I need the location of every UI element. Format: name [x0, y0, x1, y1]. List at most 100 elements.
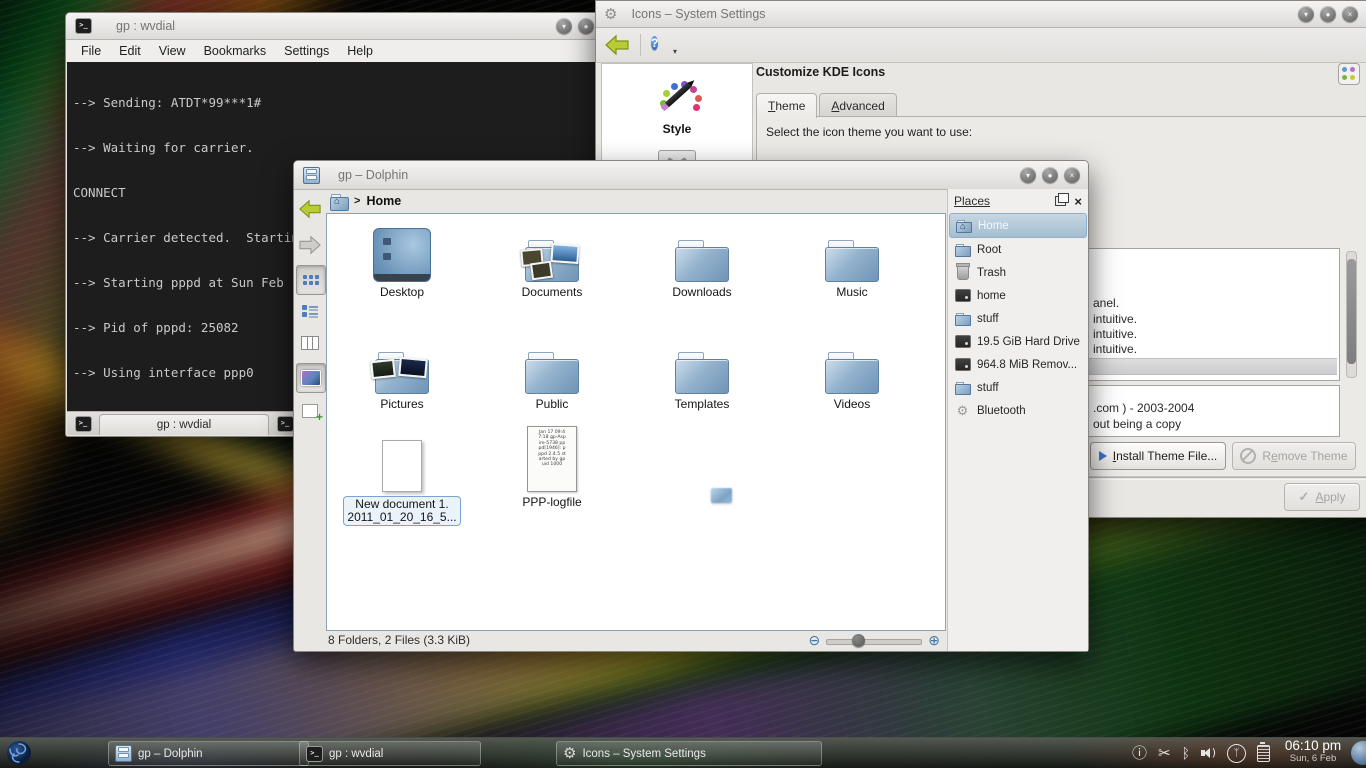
- zoom-slider[interactable]: [826, 634, 922, 647]
- breadcrumb-separator: >: [354, 195, 360, 207]
- menu-bookmarks[interactable]: Bookmarks: [195, 44, 276, 58]
- task-dolphin[interactable]: gp – Dolphin: [108, 741, 309, 766]
- file-label: Music: [782, 286, 922, 299]
- task-system-settings[interactable]: ⚙ Icons – System Settings: [556, 741, 822, 766]
- minimize-button[interactable]: ▾: [1020, 167, 1036, 183]
- menu-help[interactable]: Help: [338, 44, 382, 58]
- file-item-new-document[interactable]: New document 1.2011_01_20_16_5...: [332, 432, 472, 526]
- page-title: Customize KDE Icons: [756, 65, 885, 79]
- places-item-trash[interactable]: Trash: [949, 261, 1087, 284]
- remove-theme-button[interactable]: Remove Theme: [1232, 442, 1356, 470]
- file-label: Public: [482, 398, 622, 411]
- task-label: gp – Dolphin: [138, 748, 203, 760]
- float-panel-icon[interactable]: [1055, 196, 1066, 206]
- file-item-music[interactable]: Music: [782, 224, 922, 299]
- menu-edit[interactable]: Edit: [110, 44, 150, 58]
- minimize-button[interactable]: ▾: [556, 18, 572, 34]
- file-item-templates[interactable]: Templates: [632, 336, 772, 411]
- theme-list-scrollbar[interactable]: [1346, 251, 1357, 378]
- home-folder-icon[interactable]: ⌂: [330, 194, 348, 209]
- dolphin-window-title: gp – Dolphin: [338, 168, 408, 182]
- dolphin-titlebar[interactable]: gp – Dolphin ▾ ● ×: [294, 161, 1088, 190]
- system-settings-titlebar[interactable]: ⚙ Icons – System Settings ▾ ● ×: [596, 1, 1366, 28]
- volume-icon[interactable]: ): [1201, 747, 1216, 759]
- folder-view[interactable]: Desktop Documents Downloads: [326, 213, 946, 631]
- icons-view-button[interactable]: [296, 265, 326, 295]
- file-item-videos[interactable]: Videos: [782, 336, 922, 411]
- apply-button[interactable]: ✓ Apply: [1284, 483, 1360, 511]
- places-label: 964.8 MiB Remov...: [977, 359, 1077, 371]
- selected-file-label: New document 1.2011_01_20_16_5...: [343, 496, 460, 526]
- terminal-line: --> Waiting for carrier.: [73, 140, 595, 155]
- places-label: stuff: [977, 382, 999, 394]
- sidebar-item-style[interactable]: Style: [602, 64, 752, 136]
- zoom-out-icon[interactable]: ⊖: [809, 633, 821, 647]
- new-tab-button[interactable]: >_: [71, 415, 95, 433]
- menu-file[interactable]: File: [72, 44, 110, 58]
- terminal-icon: >_: [75, 416, 92, 432]
- trash-icon: [957, 265, 969, 280]
- help-button[interactable]: ? ▾: [651, 34, 673, 56]
- folder-icon: [825, 352, 879, 394]
- zoom-slider-knob[interactable]: [852, 634, 865, 647]
- klipper-scissors-icon[interactable]: ✂: [1158, 746, 1171, 761]
- usb-device-icon[interactable]: ᛉ: [1227, 744, 1246, 763]
- tab-theme[interactable]: Theme: [756, 93, 817, 118]
- maximize-button[interactable]: ●: [1042, 167, 1058, 183]
- dolphin-app-icon: [115, 745, 132, 762]
- konsole-titlebar[interactable]: >_ gp : wvdial ▾ ●: [66, 13, 602, 40]
- no-entry-icon: [1240, 448, 1256, 464]
- menu-view[interactable]: View: [150, 44, 195, 58]
- places-item-bluetooth[interactable]: ⚙ Bluetooth: [949, 399, 1087, 422]
- minimize-button[interactable]: ▾: [1298, 6, 1314, 22]
- close-button[interactable]: ×: [1064, 167, 1080, 183]
- chevron-down-icon: ▾: [673, 47, 677, 56]
- places-item-home-partition[interactable]: home: [949, 284, 1087, 307]
- file-item-desktop[interactable]: Desktop: [332, 224, 472, 299]
- breadcrumb-home[interactable]: Home: [366, 194, 401, 208]
- columns-view-button[interactable]: [296, 329, 324, 357]
- back-arrow-icon: [298, 198, 322, 220]
- places-item-home[interactable]: ⌂ Home: [949, 213, 1087, 238]
- app-launcher-button[interactable]: [3, 739, 35, 767]
- close-button[interactable]: ×: [1342, 6, 1358, 22]
- places-item-root[interactable]: Root: [949, 238, 1087, 261]
- maximize-button[interactable]: ●: [1320, 6, 1336, 22]
- file-item-ppp-logfile[interactable]: Jan 17 09:4 7:18 gp-Asp ire-5738 pp pd[1…: [482, 432, 622, 509]
- details-view-button[interactable]: [296, 297, 324, 325]
- places-item-stuff-2[interactable]: stuff: [949, 376, 1087, 399]
- scrollbar-thumb[interactable]: [1347, 259, 1356, 364]
- maximize-button[interactable]: ●: [578, 18, 594, 34]
- install-theme-button[interactable]: Install Theme File...: [1090, 442, 1226, 470]
- file-item-documents[interactable]: Documents: [482, 224, 622, 299]
- split-view-button[interactable]: [296, 397, 324, 425]
- file-item-public[interactable]: Public: [482, 336, 622, 411]
- places-label: Home: [978, 220, 1009, 232]
- file-item-pictures[interactable]: Pictures: [332, 336, 472, 411]
- digital-clock[interactable]: 06:10 pm Sun, 6 Feb: [1274, 739, 1352, 764]
- bluetooth-icon[interactable]: ᛒ: [1182, 746, 1190, 760]
- preview-toggle-button[interactable]: [296, 363, 326, 393]
- zoom-in-icon[interactable]: ⊕: [928, 633, 940, 647]
- file-item-downloads[interactable]: Downloads: [632, 224, 772, 299]
- notifications-icon[interactable]: ⓘ: [1132, 746, 1147, 761]
- tab-advanced[interactable]: Advanced: [819, 93, 896, 117]
- places-item-removable[interactable]: 964.8 MiB Remov...: [949, 353, 1087, 376]
- file-label: PPP-logfile: [482, 496, 622, 509]
- places-item-stuff[interactable]: stuff: [949, 307, 1087, 330]
- places-item-hard-drive[interactable]: 19.5 GiB Hard Drive: [949, 330, 1087, 353]
- back-button[interactable]: [604, 33, 630, 57]
- panel-cashew-icon[interactable]: [1351, 741, 1366, 765]
- forward-button[interactable]: [296, 231, 324, 259]
- close-panel-icon[interactable]: ×: [1074, 195, 1082, 208]
- text-file-icon: Jan 17 09:4 7:18 gp-Asp ire-5738 pp pd[1…: [527, 426, 577, 492]
- device-notifier-icon[interactable]: [1257, 745, 1270, 762]
- task-konsole[interactable]: >_ gp : wvdial: [299, 741, 481, 766]
- task-label: Icons – System Settings: [582, 748, 705, 760]
- drag-ghost-thumbnail: [711, 488, 732, 503]
- back-button[interactable]: [296, 195, 324, 223]
- places-label: home: [977, 290, 1006, 302]
- konsole-tab[interactable]: gp : wvdial: [99, 414, 269, 435]
- pictures-folder-icon: [375, 352, 429, 394]
- menu-settings[interactable]: Settings: [275, 44, 338, 58]
